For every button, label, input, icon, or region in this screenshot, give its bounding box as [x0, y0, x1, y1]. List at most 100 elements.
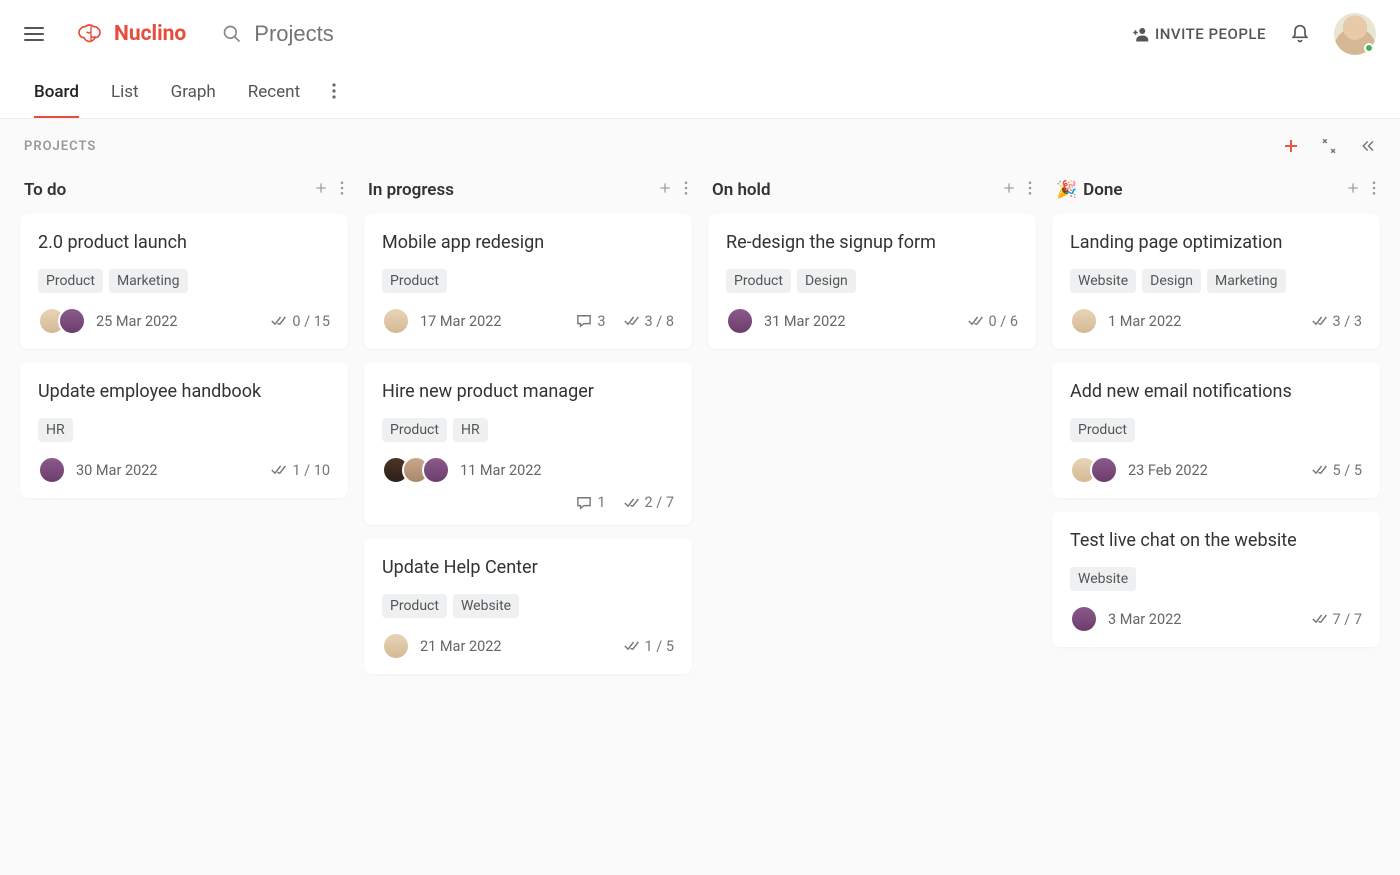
notifications-icon[interactable]	[1290, 24, 1310, 44]
brain-icon	[76, 22, 106, 46]
avatar	[1070, 605, 1098, 633]
tasks-count: 3 / 3	[1312, 313, 1362, 330]
card-date: 25 Mar 2022	[96, 313, 178, 330]
tasks-count: 5 / 5	[1312, 462, 1362, 479]
tab-list[interactable]: List	[111, 68, 139, 118]
card-date: 1 Mar 2022	[1108, 313, 1181, 330]
tag: Marketing	[109, 269, 188, 293]
card-footer: 1 Mar 2022 3 / 3	[1070, 307, 1362, 335]
card-assignees	[1070, 605, 1098, 633]
search-input[interactable]	[254, 21, 454, 47]
card-date: 30 Mar 2022	[76, 462, 158, 479]
card-meta-right: 3 / 3	[1312, 313, 1362, 330]
add-card-button[interactable]	[1002, 179, 1016, 200]
card-title: Update Help Center	[382, 557, 674, 578]
tag: Product	[382, 269, 447, 293]
card[interactable]: Test live chat on the websiteWebsite3 Ma…	[1052, 512, 1380, 647]
card-meta-right: 7 / 7	[1312, 611, 1362, 628]
invite-people-button[interactable]: INVITE PEOPLE	[1131, 25, 1266, 43]
column-more-button[interactable]	[1028, 179, 1032, 200]
column-header: In progress	[364, 173, 692, 214]
card-footer: 30 Mar 2022 1 / 10	[38, 456, 330, 484]
add-column-button[interactable]	[1282, 137, 1300, 155]
board-title: PROJECTS	[24, 139, 96, 154]
card-title: Mobile app redesign	[382, 232, 674, 253]
card[interactable]: Mobile app redesign Product 17 Mar 2022 33 …	[364, 214, 692, 349]
column-actions	[658, 179, 688, 200]
board-header: PROJECTS	[0, 119, 1400, 165]
add-card-button[interactable]	[314, 179, 328, 200]
column-more-button[interactable]	[684, 179, 688, 200]
card-date: 23 Feb 2022	[1128, 462, 1208, 479]
card-meta-left: 3 Mar 2022	[1070, 605, 1181, 633]
card-meta-right: 33 / 8	[576, 313, 674, 330]
menu-button[interactable]	[24, 22, 48, 46]
avatar	[1070, 307, 1098, 335]
column-more-button[interactable]	[1372, 179, 1376, 200]
add-card-button[interactable]	[658, 179, 672, 200]
column-title: To do	[24, 180, 66, 200]
card-footer: 3 Mar 2022 7 / 7	[1070, 605, 1362, 633]
card-assignees	[1070, 307, 1098, 335]
card[interactable]: Re-design the signup formProductDesign31…	[708, 214, 1036, 349]
card[interactable]: Update employee handbookHR30 Mar 20221 /…	[20, 363, 348, 498]
card[interactable]: Add new email notifications Product 23 Feb…	[1052, 363, 1380, 498]
tasks-count: 1 / 10	[271, 462, 330, 479]
board-column: On holdRe-design the signup formProductD…	[708, 173, 1036, 688]
card-meta-right: 1 / 10	[271, 462, 330, 479]
invite-label: INVITE PEOPLE	[1155, 25, 1266, 43]
add-card-button[interactable]	[1346, 179, 1360, 200]
tag: HR	[38, 418, 73, 442]
tag: Website	[1070, 567, 1136, 591]
card-footer: 17 Mar 2022 33 / 8	[382, 307, 674, 335]
logo-text: Nuclino	[114, 22, 186, 46]
topbar: Nuclino INVITE PEOPLE	[0, 0, 1400, 68]
card-meta-left: 1 Mar 2022	[1070, 307, 1181, 335]
card-tags: Product	[1070, 418, 1362, 442]
user-avatar[interactable]	[1334, 13, 1376, 55]
board-column: To do 2.0 product launchProductMarketing2…	[20, 173, 348, 688]
view-tabs: Board List Graph Recent	[0, 68, 1400, 119]
card[interactable]: Landing page optimizationWebsiteDesignMa…	[1052, 214, 1380, 349]
column-emoji: 🎉	[1056, 180, 1077, 200]
column-actions	[1346, 179, 1376, 200]
tasks-count: 1 / 5	[624, 638, 674, 655]
card-meta-left: 17 Mar 2022	[382, 307, 502, 335]
card-tags: WebsiteDesignMarketing	[1070, 269, 1362, 293]
topbar-right: INVITE PEOPLE	[1131, 13, 1376, 55]
column-header: 🎉 Done	[1052, 173, 1380, 214]
tab-board[interactable]: Board	[34, 68, 79, 118]
avatar	[422, 456, 450, 484]
card-assignees	[38, 307, 86, 335]
card[interactable]: Update Help CenterProductWebsite21 Mar 2…	[364, 539, 692, 674]
logo[interactable]: Nuclino	[76, 22, 186, 46]
search-icon	[222, 24, 242, 44]
compact-view-button[interactable]	[1320, 137, 1338, 155]
tab-recent[interactable]: Recent	[248, 68, 300, 118]
avatar	[1090, 456, 1118, 484]
tag: Marketing	[1207, 269, 1286, 293]
card-date: 17 Mar 2022	[420, 313, 502, 330]
tasks-count: 0 / 6	[968, 313, 1018, 330]
card-title: Add new email notifications	[1070, 381, 1362, 402]
card-tags: HR	[38, 418, 330, 442]
board-actions	[1282, 137, 1376, 155]
card[interactable]: 2.0 product launchProductMarketing25 Mar…	[20, 214, 348, 349]
search[interactable]	[222, 21, 1131, 47]
card-meta-right: 0 / 6	[968, 313, 1018, 330]
tabs-more-button[interactable]	[332, 83, 336, 103]
column-title: 🎉 Done	[1056, 180, 1123, 200]
column-more-button[interactable]	[340, 179, 344, 200]
card-date: 3 Mar 2022	[1108, 611, 1181, 628]
tab-graph[interactable]: Graph	[171, 68, 216, 118]
collapse-panel-button[interactable]	[1358, 137, 1376, 155]
tag: Design	[1142, 269, 1201, 293]
column-title-text: Done	[1083, 180, 1122, 200]
card-date: 21 Mar 2022	[420, 638, 502, 655]
card-footer: 23 Feb 2022 5 / 5	[1070, 456, 1362, 484]
board-column: In progress Mobile app redesign Product 17 …	[364, 173, 692, 688]
card[interactable]: Hire new product managerProductHR11 Mar …	[364, 363, 692, 525]
card-tags: Website	[1070, 567, 1362, 591]
tag: Design	[797, 269, 856, 293]
card-meta-left: 21 Mar 2022	[382, 632, 502, 660]
